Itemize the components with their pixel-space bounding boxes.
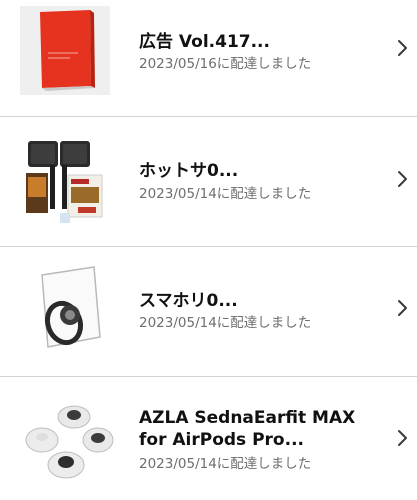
product-title-line1: AZLA SednaEarfit MAX [139,408,356,428]
hot-sandwich-maker-icon [20,135,112,231]
chevron-right-icon [396,429,408,447]
order-item[interactable]: ホットサ0... 2023/05/14に配達しました [0,117,417,246]
delivery-status: 2023/05/14に配達しました [139,315,312,331]
product-title: 広告 Vol.417... [139,32,270,52]
product-thumbnail [20,395,114,491]
product-title: ホットサ0... [139,161,239,181]
chevron-right-icon [396,39,408,57]
product-title-line2: for AirPods Pro... [139,430,304,450]
earbud-tips-icon [20,395,114,491]
product-thumbnail [20,6,110,95]
product-thumbnail [20,265,110,361]
red-magazine-icon [20,6,110,95]
product-title: スマホリ0... [139,291,238,311]
product-thumbnail [20,135,112,231]
delivery-status: 2023/05/14に配達しました [139,456,312,472]
chevron-right-icon [396,170,408,188]
order-item[interactable]: 広告 Vol.417... 2023/05/16に配達しました [0,0,417,116]
order-item[interactable]: スマホリ0... 2023/05/14に配達しました [0,247,417,376]
order-item[interactable]: AZLA SednaEarfit MAX for AirPods Pro... … [0,377,417,500]
chevron-right-icon [396,299,408,317]
order-history-list: 広告 Vol.417... 2023/05/16に配達しました ホットサ0...… [0,0,417,500]
delivery-status: 2023/05/14に配達しました [139,186,312,202]
delivery-status: 2023/05/16に配達しました [139,56,312,72]
phone-ring-holder-icon [20,265,110,361]
